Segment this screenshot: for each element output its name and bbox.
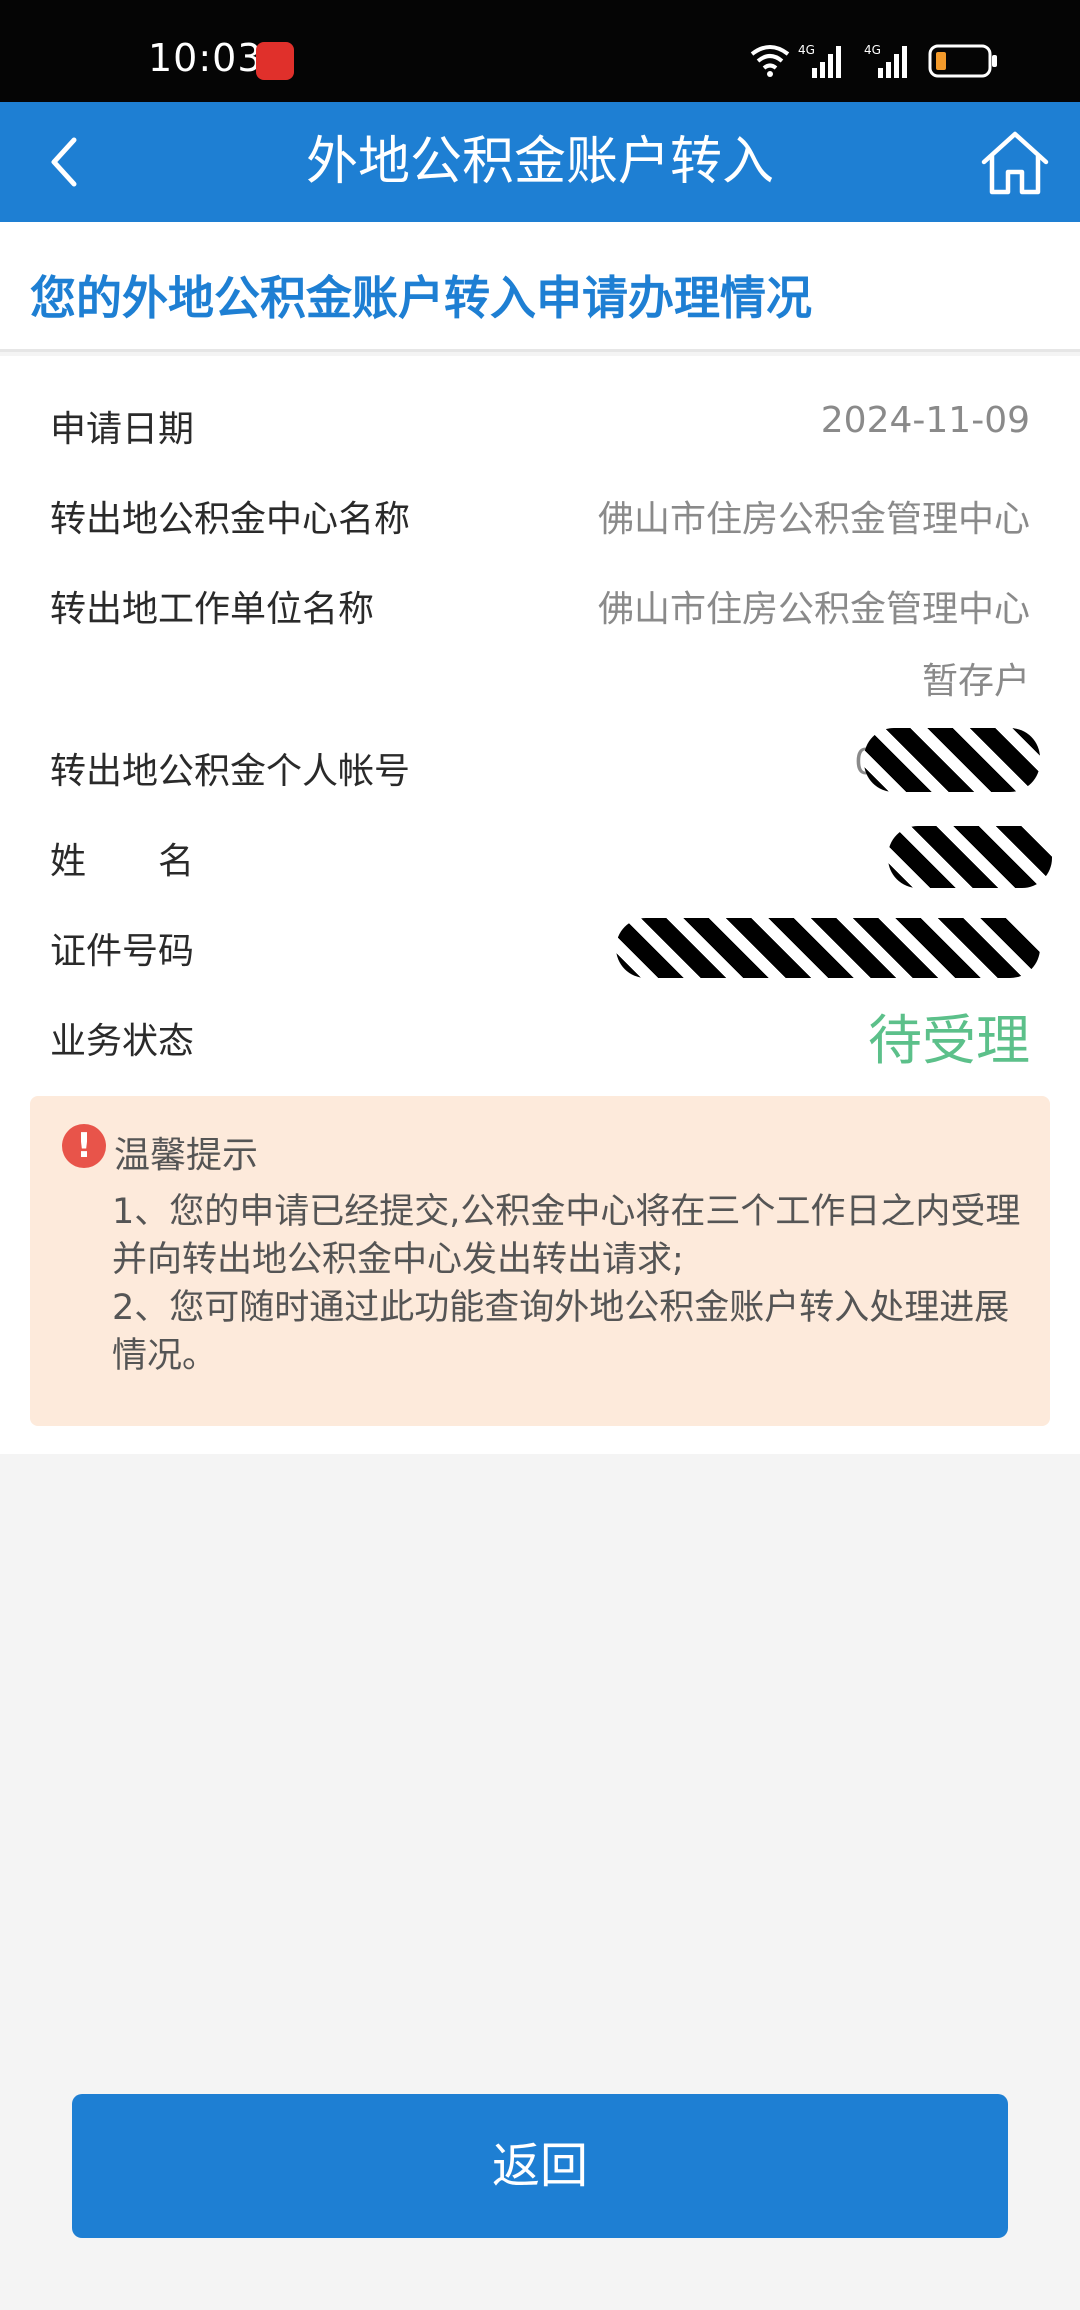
app-notification-icon (256, 42, 294, 80)
status-time: 10:03 (148, 36, 263, 80)
tips-text: 1、您的申请已经提交,公积金中心将在三个工作日之内受理并向转出地公积金中心发出转… (112, 1188, 1042, 1380)
tips-box: ! 温馨提示 1、您的申请已经提交,公积金中心将在三个工作日之内受理并向转出地公… (30, 1096, 1050, 1426)
nav-bar: 外地公积金账户转入 (0, 102, 1080, 222)
transfer-employer-value-line2: 暂存户 (921, 661, 1030, 702)
signal-icon-2 (878, 46, 907, 78)
battery-icon (928, 44, 997, 78)
redaction-mask (888, 826, 1052, 888)
return-button[interactable]: 返回 (72, 2094, 1008, 2238)
status-bar: 10:03 4G 4G (0, 0, 1080, 102)
network-label-2: 4G (864, 43, 881, 57)
section-title: 您的外地公积金账户转入申请办理情况 (30, 271, 812, 325)
tips-line-1: 1、您的申请已经提交,公积金中心将在三个工作日之内受理并向转出地公积金中心发出转… (112, 1192, 1021, 1280)
section-header: 您的外地公积金账户转入申请办理情况 (0, 222, 1080, 352)
tips-line-2: 2、您可随时通过此功能查询外地公积金账户转入处理进展情况。 (112, 1288, 1010, 1376)
network-label-1: 4G (798, 43, 815, 57)
business-status-label: 业务状态 (50, 1021, 195, 1062)
name-label: 姓 名 (50, 841, 195, 882)
page-title: 外地公积金账户转入 (305, 132, 774, 192)
transfer-center-value: 佛山市住房公积金管理中心 (597, 499, 1030, 540)
business-status-value: 待受理 (868, 1009, 1030, 1072)
wifi-icon (750, 45, 790, 70)
tips-title: 温馨提示 (114, 1135, 259, 1176)
transfer-employer-value: 佛山市住房公积金管理中心 (597, 589, 1030, 630)
apply-date-value: 2024-11-09 (820, 400, 1030, 441)
home-icon[interactable] (980, 130, 1050, 196)
transfer-center-label: 转出地公积金中心名称 (50, 499, 411, 540)
alert-icon: ! (62, 1124, 106, 1168)
apply-date-label: 申请日期 (50, 409, 195, 450)
id-number-label: 证件号码 (50, 931, 195, 972)
redaction-mask (616, 918, 1040, 978)
details-panel: 申请日期 2024-11-09 转出地公积金中心名称 佛山市住房公积金管理中心 … (0, 356, 1080, 1454)
redaction-mask (864, 728, 1040, 792)
signal-icon-1 (812, 46, 841, 78)
status-icons: 4G 4G (750, 40, 1020, 80)
transfer-employer-label: 转出地工作单位名称 (50, 589, 375, 630)
personal-account-label: 转出地公积金个人帐号 (50, 751, 411, 792)
